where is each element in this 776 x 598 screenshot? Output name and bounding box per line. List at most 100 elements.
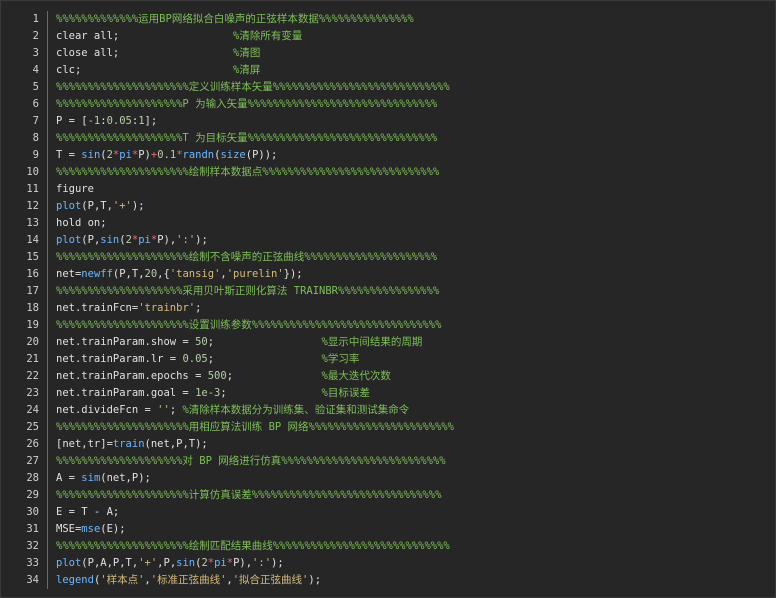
code-text[interactable]: net.trainParam.lr = 0.05; %学习率 [56,351,359,368]
code-line[interactable]: 23 net.trainParam.goal = 1e-3; %目标误差 [7,385,771,402]
code-line[interactable]: 7 P = [-1:0.05:1]; [7,113,771,130]
code-text[interactable]: %%%%%%%%%%%%%%%%%%%%%设置训练参数%%%%%%%%%%%%%… [56,317,441,334]
code-token: ]; [144,115,158,127]
code-text[interactable]: %%%%%%%%%%%%%%%%%%%%%用相应算法训练 BP 网络%%%%%%… [56,419,454,436]
code-token: sim [81,472,101,484]
code-line[interactable]: 32 %%%%%%%%%%%%%%%%%%%%%绘制匹配结果曲线%%%%%%%%%… [7,538,771,555]
gutter-divider [47,249,48,266]
code-line[interactable]: 33 plot(P,A,P,T,'+',P,sin(2*pi*P),':'); [7,555,771,572]
code-line[interactable]: 13 hold on; [7,215,771,232]
code-line[interactable]: 17 %%%%%%%%%%%%%%%%%%%%采用贝叶斯正则化算法 TRAINBR… [7,283,771,300]
code-line[interactable]: 28 A = sim(net,P); [7,470,771,487]
code-line[interactable]: 4 clc; %清屏 [7,62,771,79]
gutter-divider [47,300,48,317]
gutter-divider [47,402,48,419]
code-token: 'trainbr' [138,302,196,314]
code-text[interactable]: MSE=mse(E); [56,521,126,538]
code-line[interactable]: 5 %%%%%%%%%%%%%%%%%%%%%定义训练样本矢量%%%%%%%%%%… [7,79,771,96]
gutter-divider [47,436,48,453]
code-text[interactable]: legend('样本点','标准正弦曲线','拟合正弦曲线'); [56,572,321,589]
code-line[interactable]: 27 %%%%%%%%%%%%%%%%%%%%对 BP 网络进行仿真%%%%%%%… [7,453,771,470]
code-text[interactable]: figure [56,181,94,198]
code-text[interactable]: [net,tr]=train(net,P,T); [56,436,208,453]
code-token: (P,A,P,T, [81,557,139,569]
code-line[interactable]: 9 T = sin(2*pi*P)+0.1*randn(size(P)); [7,147,771,164]
code-text[interactable]: %%%%%%%%%%%%%%%%%%%%采用贝叶斯正则化算法 TRAINBR%%… [56,283,439,300]
code-line[interactable]: 3 close all; %清图 [7,45,771,62]
code-editor[interactable]: 1 %%%%%%%%%%%%%运用BP网络拟合白噪声的正弦样本数据%%%%%%%%… [0,0,776,598]
code-text[interactable]: clc; %清屏 [56,62,260,79]
code-text[interactable]: %%%%%%%%%%%%%%%%%%%%T 为目标矢量%%%%%%%%%%%%%… [56,130,437,147]
line-number: 8 [32,132,39,144]
code-line[interactable]: 11 figure [7,181,771,198]
code-line[interactable]: 1 %%%%%%%%%%%%%运用BP网络拟合白噪声的正弦样本数据%%%%%%%%… [7,11,771,28]
code-token: plot [56,557,82,569]
code-area[interactable]: 1 %%%%%%%%%%%%%运用BP网络拟合白噪声的正弦样本数据%%%%%%%%… [7,11,771,589]
code-text[interactable]: %%%%%%%%%%%%%%%%%%%%%绘制不含噪声的正弦曲线%%%%%%%%… [56,249,437,266]
code-text[interactable]: plot(P,T,'+'); [56,198,145,215]
code-text[interactable]: net.divideFcn = ''; %清除样本数据分为训练集、验证集和测试集… [56,402,409,419]
code-line[interactable]: 34 legend('样本点','标准正弦曲线','拟合正弦曲线'); [7,572,771,589]
code-text[interactable]: %%%%%%%%%%%%%%%%%%%%%绘制匹配结果曲线%%%%%%%%%%%… [56,538,450,555]
gutter-divider [47,521,48,538]
line-number: 11 [26,183,39,195]
code-line[interactable]: 26 [net,tr]=train(net,P,T); [7,436,771,453]
code-text[interactable]: E = T - A; [56,504,119,521]
code-line[interactable]: 24 net.divideFcn = ''; %清除样本数据分为训练集、验证集和测… [7,402,771,419]
code-line[interactable]: 30 E = T - A; [7,504,771,521]
code-line[interactable]: 14 plot(P,sin(2*pi*P),':'); [7,232,771,249]
code-line[interactable]: 10 %%%%%%%%%%%%%%%%%%%%%绘制样本数据点%%%%%%%%%%… [7,164,771,181]
code-line[interactable]: 12 plot(P,T,'+'); [7,198,771,215]
code-line[interactable]: 18 net.trainFcn='trainbr'; [7,300,771,317]
code-text[interactable]: plot(P,sin(2*pi*P),':'); [56,232,208,249]
code-line[interactable]: 16 net=newff(P,T,20,{'tansig','purelin'})… [7,266,771,283]
code-text[interactable]: %%%%%%%%%%%%%%%%%%%%%定义训练样本矢量%%%%%%%%%%%… [56,79,450,96]
code-text[interactable]: net.trainFcn='trainbr'; [56,300,201,317]
code-line[interactable]: 21 net.trainParam.lr = 0.05; %学习率 [7,351,771,368]
code-text[interactable]: close all; %清图 [56,45,260,62]
code-line[interactable]: 19 %%%%%%%%%%%%%%%%%%%%%设置训练参数%%%%%%%%%%%… [7,317,771,334]
code-token: net.divideFcn = [56,404,158,416]
code-token: plot [56,200,82,212]
gutter-divider [47,538,48,555]
code-text[interactable]: %%%%%%%%%%%%%运用BP网络拟合白噪声的正弦样本数据%%%%%%%%%… [56,11,414,28]
code-token: %清屏 [233,64,261,76]
code-line[interactable]: 25 %%%%%%%%%%%%%%%%%%%%%用相应算法训练 BP 网络%%%%… [7,419,771,436]
line-number: 28 [26,472,39,484]
code-text[interactable]: P = [-1:0.05:1]; [56,113,157,130]
code-line[interactable]: 31 MSE=mse(E); [7,521,771,538]
code-text[interactable]: %%%%%%%%%%%%%%%%%%%%%绘制样本数据点%%%%%%%%%%%%… [56,164,439,181]
gutter-divider [47,62,48,79]
code-text[interactable]: %%%%%%%%%%%%%%%%%%%%P 为输入矢量%%%%%%%%%%%%%… [56,96,437,113]
code-text[interactable]: hold on; [56,215,107,232]
code-text[interactable]: A = sim(net,P); [56,470,151,487]
line-number: 2 [32,30,39,42]
line-number: 9 [32,149,39,161]
line-number: 3 [32,47,39,59]
code-text[interactable]: net.trainParam.goal = 1e-3; %目标误差 [56,385,370,402]
code-text[interactable]: plot(P,A,P,T,'+',P,sin(2*pi*P),':'); [56,555,284,572]
line-number: 26 [26,438,39,450]
code-line[interactable]: 15 %%%%%%%%%%%%%%%%%%%%%绘制不含噪声的正弦曲线%%%%%%… [7,249,771,266]
line-number: 23 [26,387,39,399]
code-text[interactable]: net.trainParam.epochs = 500; %最大迭代次数 [56,368,391,385]
code-line[interactable]: 8 %%%%%%%%%%%%%%%%%%%%T 为目标矢量%%%%%%%%%%%%… [7,130,771,147]
code-line[interactable]: 2 clear all; %清除所有变量 [7,28,771,45]
code-line[interactable]: 6 %%%%%%%%%%%%%%%%%%%%P 为输入矢量%%%%%%%%%%%%… [7,96,771,113]
code-token: sin [100,234,120,246]
code-text[interactable]: net=newff(P,T,20,{'tansig','purelin'}); [56,266,303,283]
code-token: %%%%%%%%%%%%%运用BP网络拟合白噪声的正弦样本数据%%%%%%%%%… [56,13,414,25]
line-number: 33 [26,557,39,569]
code-token: (P,T, [81,200,113,212]
code-line[interactable]: 22 net.trainParam.epochs = 500; %最大迭代次数 [7,368,771,385]
code-text[interactable]: clear all; %清除所有变量 [56,28,302,45]
code-text[interactable]: net.trainParam.show = 50; %显示中间结果的周期 [56,334,422,351]
code-token: train [112,438,145,450]
code-text[interactable]: %%%%%%%%%%%%%%%%%%%%对 BP 网络进行仿真%%%%%%%%%… [56,453,446,470]
code-token: 20 [144,268,158,280]
code-text[interactable]: T = sin(2*pi*P)+0.1*randn(size(P)); [56,147,277,164]
code-line[interactable]: 20 net.trainParam.show = 50; %显示中间结果的周期 [7,334,771,351]
code-line[interactable]: 29 %%%%%%%%%%%%%%%%%%%%%计算仿真误差%%%%%%%%%%%… [7,487,771,504]
code-text[interactable]: %%%%%%%%%%%%%%%%%%%%%计算仿真误差%%%%%%%%%%%%%… [56,487,441,504]
line-number: 6 [32,98,39,110]
